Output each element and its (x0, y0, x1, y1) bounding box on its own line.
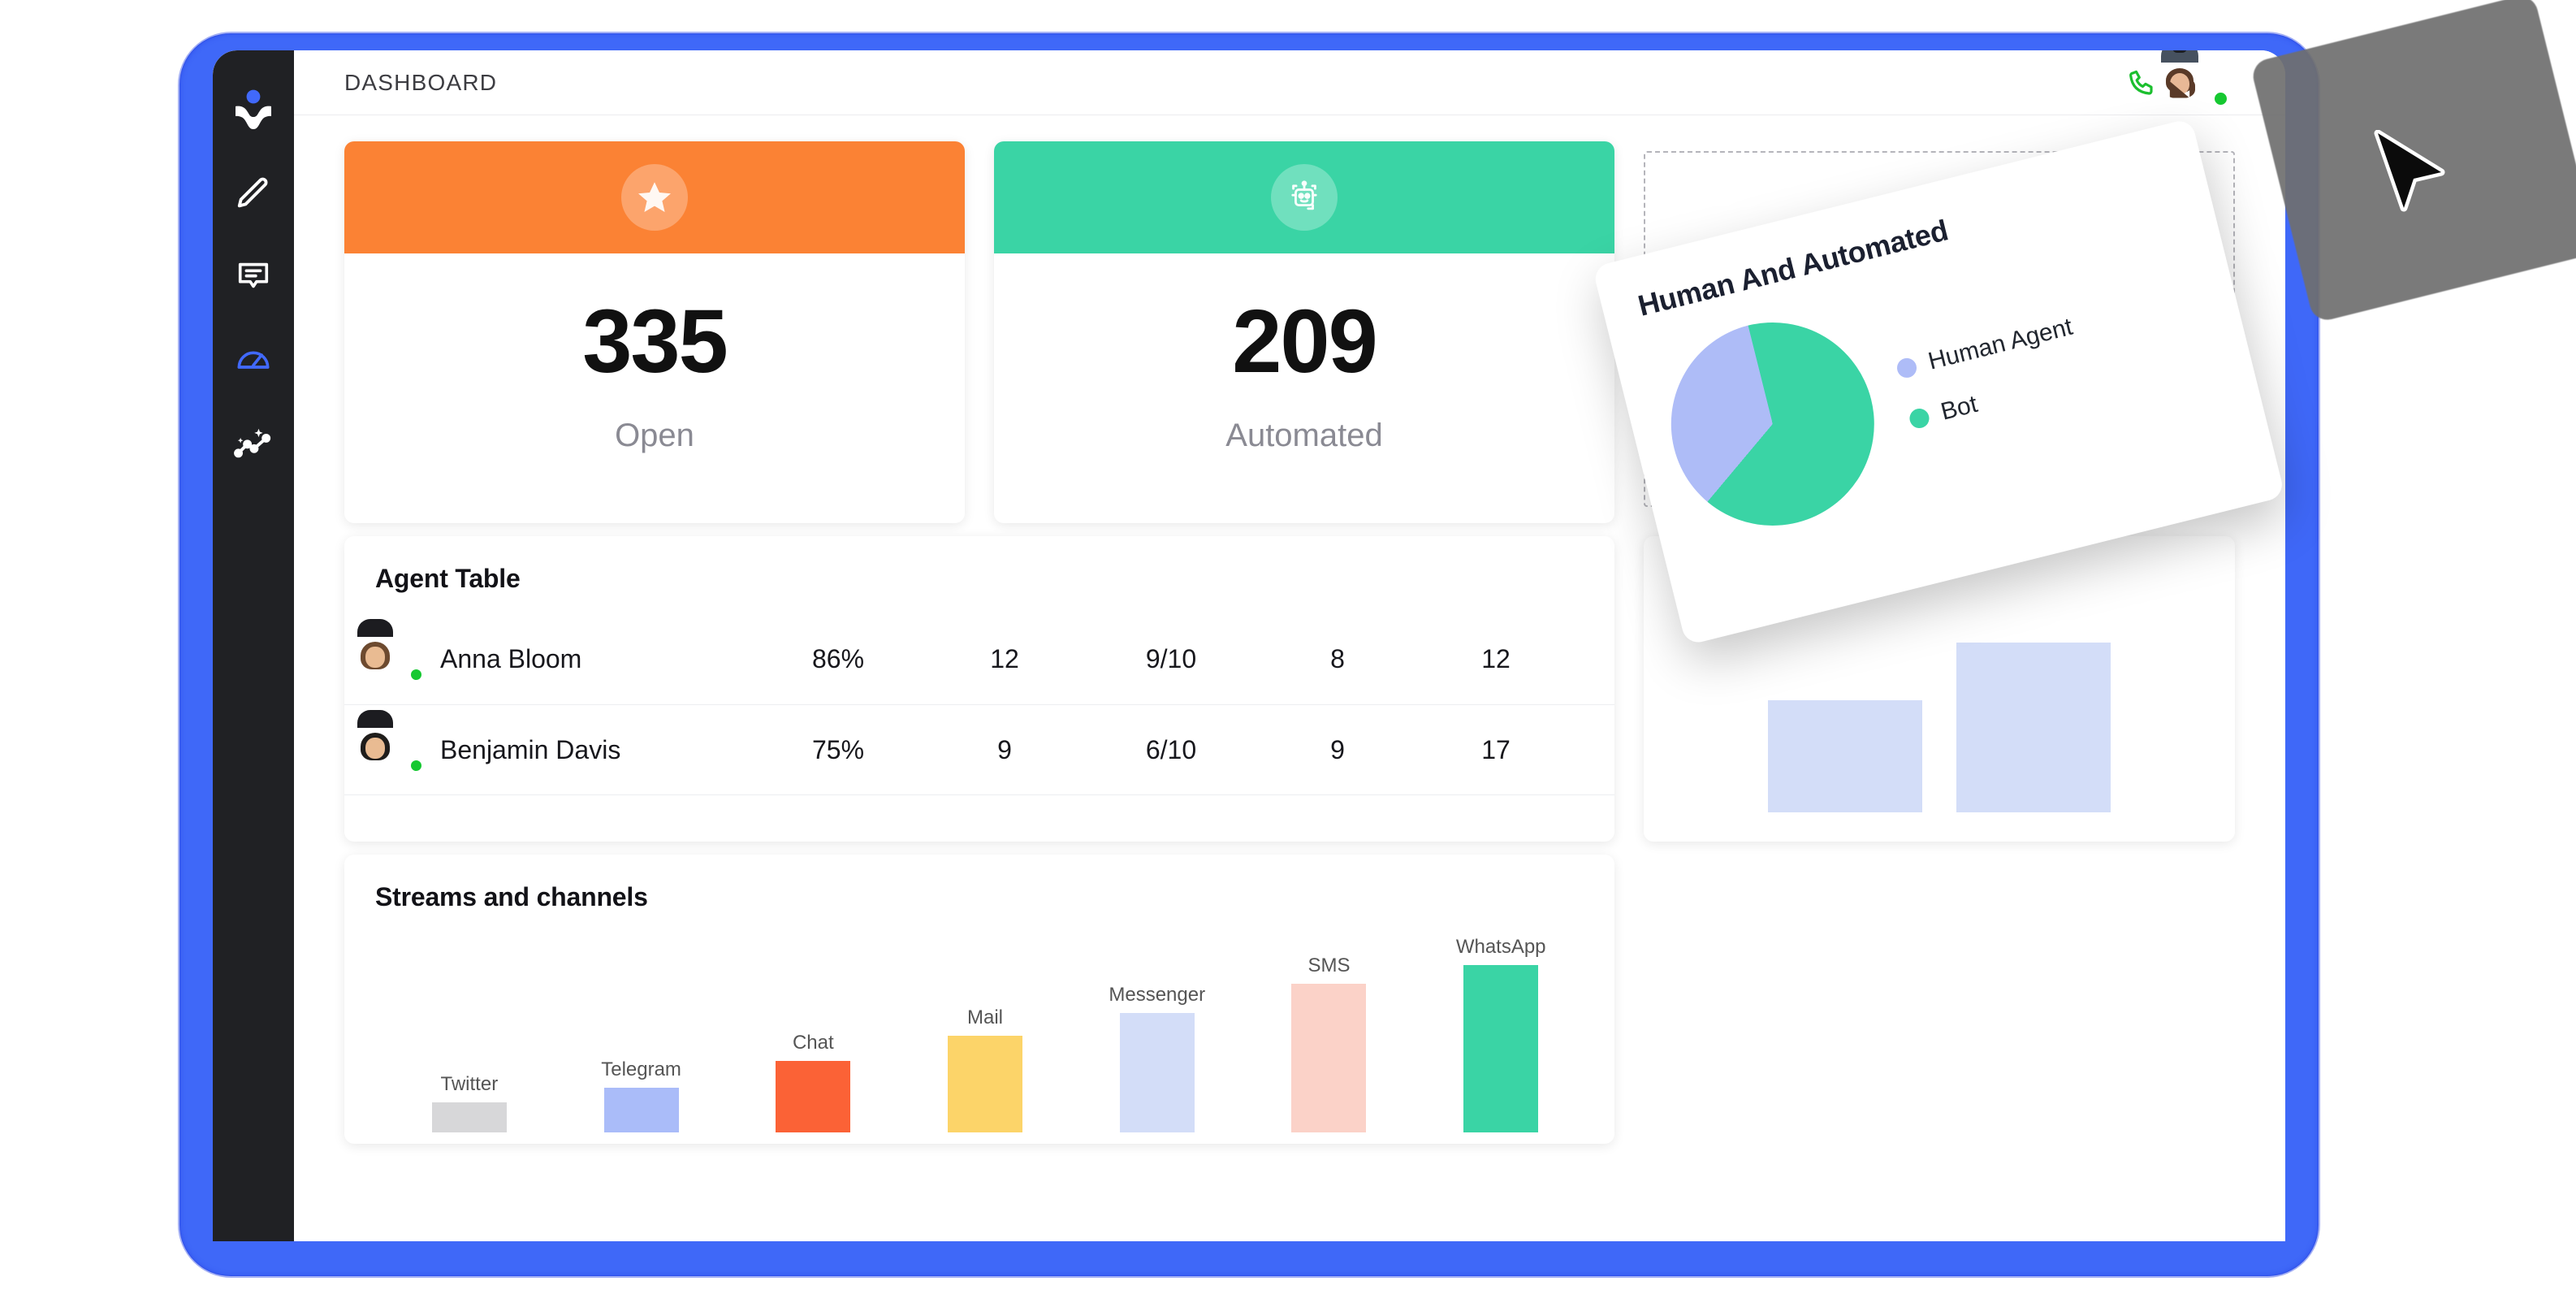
agent-metric-3: 6/10 (1145, 734, 1197, 764)
legend-color-swatch (1907, 406, 1932, 431)
robot-icon (1271, 164, 1338, 231)
stream-bar-label: WhatsApp (1455, 936, 1546, 958)
streams-row: Streams and channels Twitter Telegram Chat… (344, 855, 2235, 1144)
legend-label: Bot (1938, 390, 1981, 426)
stream-bar (1119, 1012, 1195, 1132)
conversation-bar (1956, 642, 2111, 812)
pencil-icon (235, 175, 272, 212)
stream-bar-column[interactable]: Mail (899, 936, 1071, 1132)
table-row[interactable]: Benjamin Davis 75% 9 6/10 9 17 (344, 704, 1614, 795)
panel-title: Streams and channels (375, 882, 648, 911)
sidebar-item-messages[interactable] (231, 253, 276, 299)
speedometer-icon (235, 340, 272, 378)
agent-metric-1: 86% (811, 643, 865, 673)
avatar[interactable] (2161, 50, 2228, 106)
streams-panel: Streams and channels Twitter Telegram Chat… (344, 855, 1614, 1144)
agent-metric-2: 9 (997, 734, 1012, 764)
stream-bar-column[interactable]: Telegram (555, 936, 728, 1132)
online-status-dot (409, 668, 423, 682)
sidebar-item-logo[interactable] (231, 88, 276, 133)
screenshot-root: DASHBOARD 335 Open 209 Automated Agent T… (0, 0, 2576, 1316)
legend-label: Human Agent (1926, 313, 2076, 375)
stat-label: Automated (1225, 418, 1383, 453)
sidebar-item-dashboard[interactable] (231, 336, 276, 382)
agent-metric-4: 8 (1330, 643, 1345, 673)
agent-metric-5: 12 (1481, 643, 1511, 673)
sparkle-line-chart-icon (234, 423, 273, 461)
online-status-dot (409, 759, 423, 773)
agent-metric-1: 75% (811, 734, 865, 764)
stream-bar (1291, 984, 1367, 1132)
agent-metric-3: 9/10 (1145, 643, 1197, 673)
pie-chart (1649, 301, 1896, 548)
stream-bar-column[interactable]: Messenger (1071, 936, 1243, 1132)
agent-name: Benjamin Davis (440, 734, 621, 764)
stat-value: 209 (1232, 292, 1378, 392)
sidebar-item-compose[interactable] (231, 171, 276, 216)
top-header: DASHBOARD (294, 50, 2285, 115)
stat-card-header (344, 141, 965, 253)
streams-chart: Twitter Telegram Chat Mail Messenger SMS Whats… (383, 936, 1587, 1132)
stat-label: Open (615, 418, 694, 453)
stream-bar-column[interactable]: WhatsApp (1415, 936, 1587, 1132)
chat-conversation-chart (1676, 626, 2202, 812)
stat-card-body: 209 Automated (994, 253, 1614, 523)
conversation-bar (1768, 700, 1922, 812)
agent-metric-2: 12 (990, 643, 1019, 673)
agent-metric-5: 17 (1481, 734, 1511, 764)
page-title: DASHBOARD (344, 69, 498, 95)
stream-bar-label: Telegram (601, 1058, 681, 1080)
stat-card-open[interactable]: 335 Open (344, 141, 965, 523)
panel-title: Agent Table (375, 564, 521, 593)
stream-bar (948, 1036, 1023, 1132)
avatar (357, 619, 423, 682)
stream-bar-label: SMS (1307, 955, 1351, 977)
sidebar-item-analytics[interactable] (231, 419, 276, 465)
agent-table-panel: Agent Table Anna Bloom 86% 12 9/10 8 12 … (344, 536, 1614, 842)
stream-bar (776, 1061, 851, 1132)
stream-bar-label: Messenger (1109, 983, 1206, 1006)
avatar (357, 710, 423, 773)
stream-bar-column[interactable]: Twitter (383, 936, 555, 1132)
stream-bar-column[interactable]: Chat (727, 936, 899, 1132)
stat-card-header (994, 141, 1614, 253)
legend-color-swatch (1895, 356, 1919, 380)
agent-name-cell: Anna Bloom (357, 619, 757, 682)
brand-logo-icon (233, 89, 274, 132)
stat-card-body: 335 Open (344, 253, 965, 523)
chart-legend: Human Agent Bot (1892, 305, 2088, 434)
stat-card-automated[interactable]: 209 Automated (994, 141, 1614, 523)
stream-bar-label: Chat (792, 1032, 834, 1054)
agent-name: Anna Bloom (440, 643, 582, 673)
stat-value: 335 (582, 292, 728, 392)
phone-icon[interactable] (2126, 67, 2159, 99)
star-icon (621, 164, 688, 231)
online-status-dot (2213, 90, 2228, 106)
stream-bar (603, 1088, 679, 1132)
stream-bar (431, 1102, 507, 1132)
sidebar (213, 50, 294, 1241)
agent-name-cell: Benjamin Davis (357, 710, 757, 773)
middle-row: Agent Table Anna Bloom 86% 12 9/10 8 12 … (344, 536, 2235, 842)
stream-bar-label: Twitter (440, 1072, 499, 1095)
table-row[interactable]: Anna Bloom 86% 12 9/10 8 12 (344, 613, 1614, 704)
header-actions (2126, 50, 2228, 106)
chat-bubble-icon (235, 258, 272, 295)
agent-table-body: Anna Bloom 86% 12 9/10 8 12 Benjamin Dav… (344, 613, 1614, 795)
stream-bar-column[interactable]: SMS (1243, 936, 1416, 1132)
agent-metric-4: 9 (1330, 734, 1345, 764)
stream-bar-label: Mail (967, 1006, 1004, 1029)
stream-bar (1463, 965, 1539, 1132)
